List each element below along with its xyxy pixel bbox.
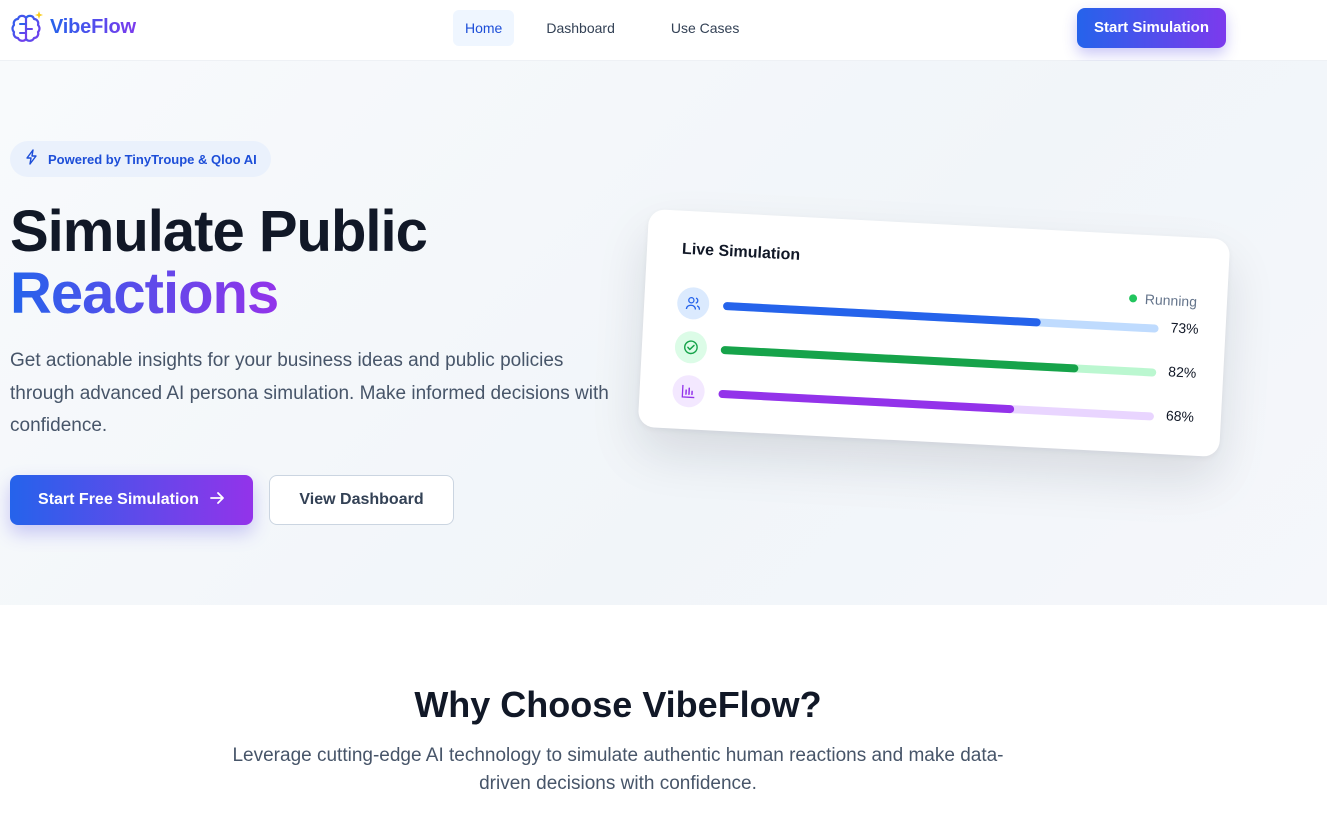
powered-by-badge: Powered by TinyTroupe & Qloo AI	[10, 141, 271, 177]
badge-text: Powered by TinyTroupe & Qloo AI	[48, 151, 257, 167]
hero-description: Get actionable insights for your busines…	[10, 350, 609, 436]
live-simulation-card: Live Simulation Running 73% 82% 68%	[637, 208, 1231, 458]
start-free-simulation-button[interactable]: Start Free Simulation	[10, 475, 253, 525]
status-badge: Running	[1128, 290, 1198, 310]
progress-percent: 68%	[1165, 407, 1195, 425]
status-text: Running	[1144, 291, 1198, 310]
progress-track	[722, 301, 1159, 333]
why-section-title: Why Choose VibeFlow?	[414, 684, 822, 725]
progress-fill	[718, 389, 1015, 414]
why-section-subtitle: Leverage cutting-edge AI technology to s…	[232, 745, 1004, 794]
progress-fill	[720, 345, 1079, 373]
nav-home[interactable]: Home	[453, 10, 515, 46]
brand-logo[interactable]: VibeFlow	[10, 9, 136, 45]
start-free-simulation-label: Start Free Simulation	[38, 491, 199, 508]
progress-track	[718, 389, 1155, 421]
progress-percent: 82%	[1167, 363, 1197, 381]
hero-section: Powered by TinyTroupe & Qloo AI Simulate…	[0, 61, 1327, 605]
status-dot-icon	[1128, 294, 1138, 303]
nav-dashboard[interactable]: Dashboard	[534, 10, 627, 46]
hero-title-line2: Reactions	[10, 261, 279, 326]
arrow-right-icon	[209, 490, 225, 511]
bar-chart-icon	[671, 374, 706, 409]
brand-name: VibeFlow	[50, 15, 136, 38]
check-circle-icon	[674, 330, 708, 365]
view-dashboard-button[interactable]: View Dashboard	[269, 475, 454, 525]
start-simulation-button[interactable]: Start Simulation	[1077, 8, 1226, 48]
nav-use-cases[interactable]: Use Cases	[659, 10, 751, 46]
lightning-icon	[24, 148, 40, 170]
main-nav: Home Dashboard Use Cases	[453, 10, 751, 46]
hero-title-line1: Simulate Public	[10, 199, 428, 264]
users-icon	[676, 286, 711, 321]
brain-sparkle-icon	[10, 9, 44, 45]
progress-track	[720, 345, 1157, 377]
card-title: Live Simulation	[681, 240, 801, 264]
progress-percent: 73%	[1170, 319, 1200, 337]
top-navbar: VibeFlow Home Dashboard Use Cases Start …	[0, 0, 1327, 61]
progress-fill	[722, 301, 1042, 327]
